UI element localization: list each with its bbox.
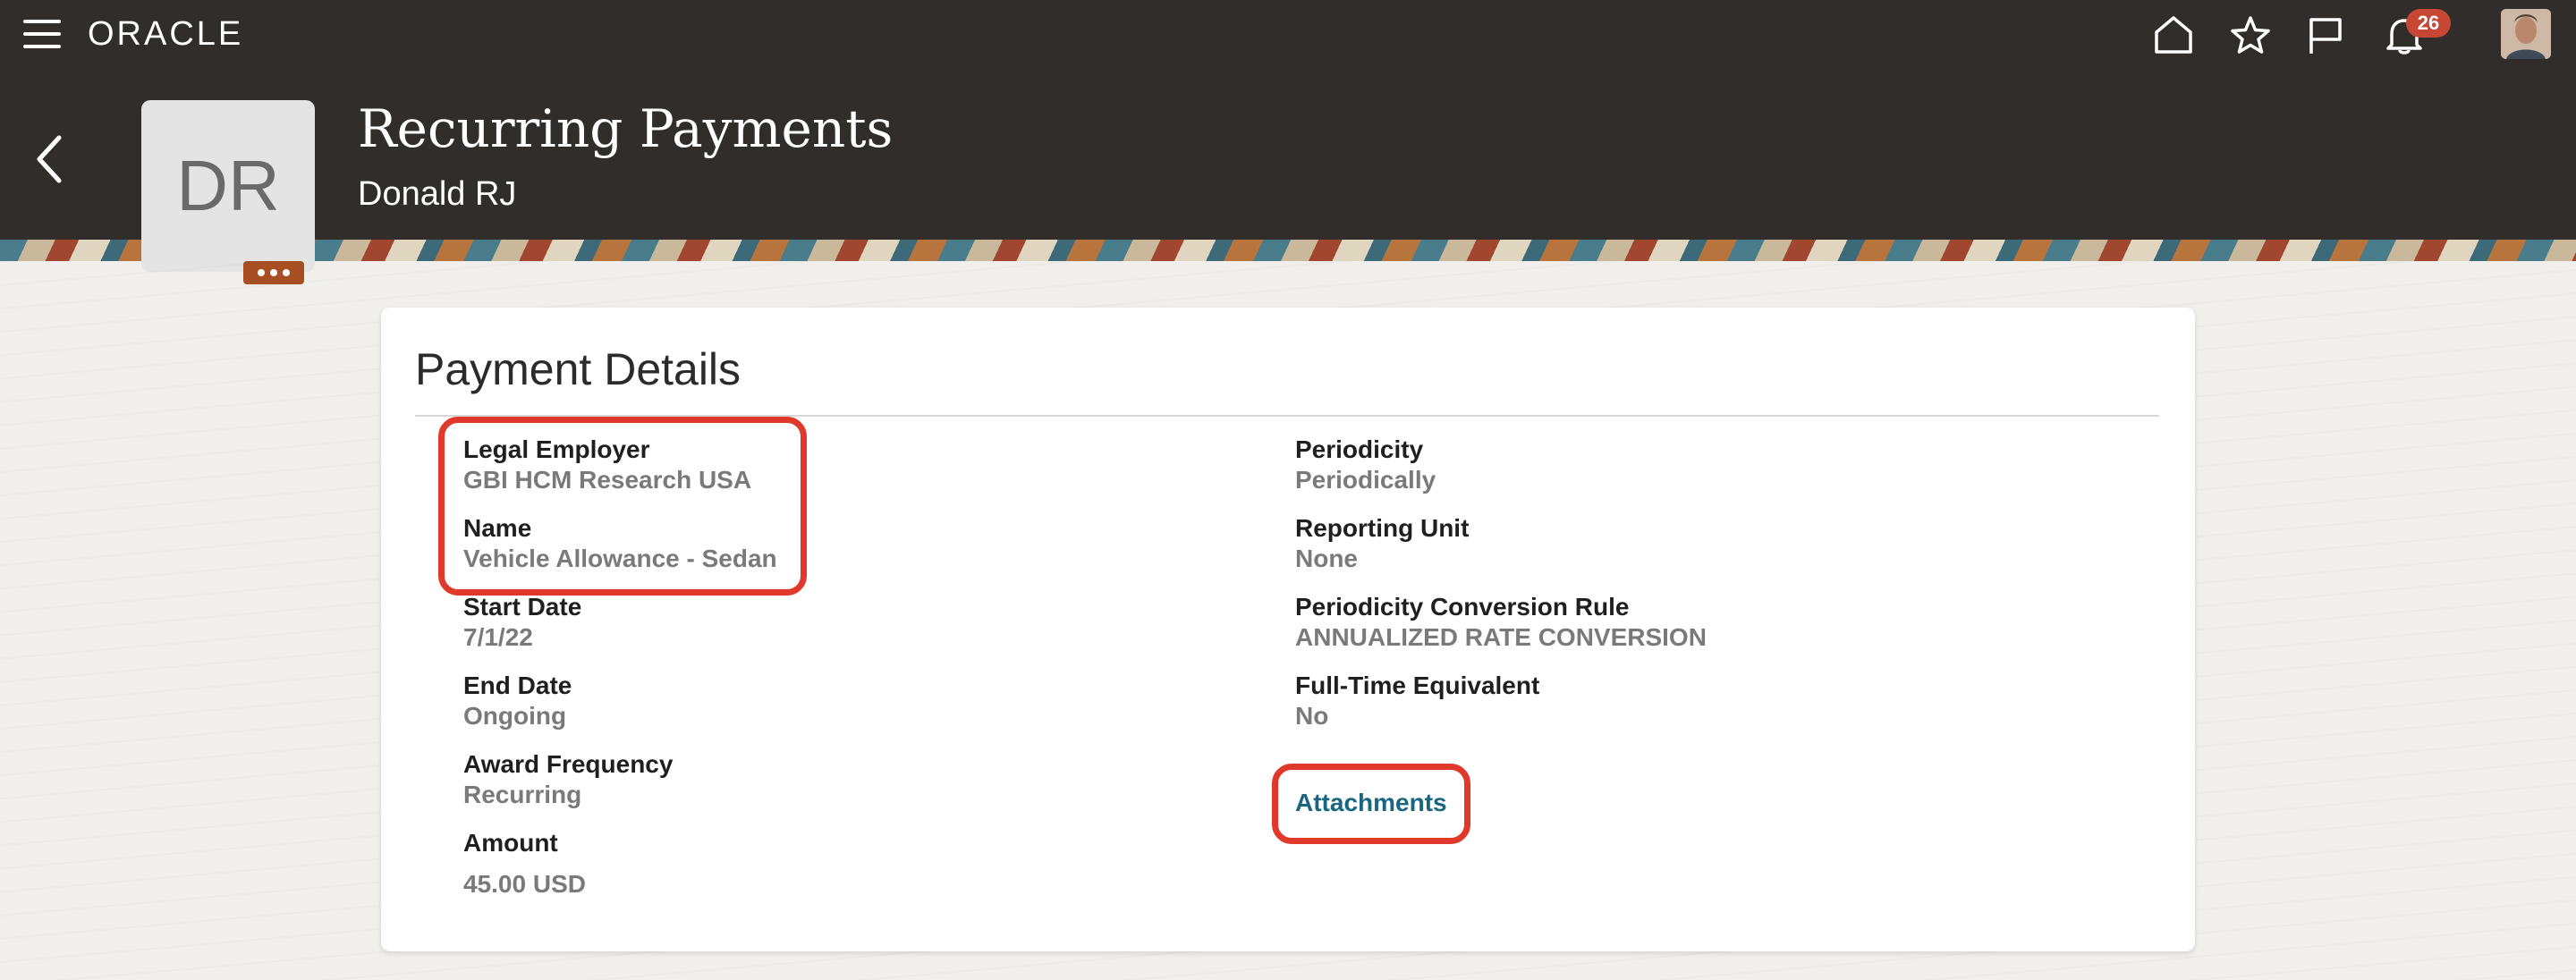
person-initials-avatar: DR (141, 100, 315, 272)
field-label: Award Frequency (463, 750, 674, 778)
periodicity-field: Periodicity Periodically (1295, 435, 1436, 495)
field-value: 7/1/22 (463, 623, 533, 651)
field-label: Periodicity (1295, 435, 1424, 463)
back-arrow-icon[interactable] (32, 132, 68, 186)
field-label: Name (463, 514, 532, 542)
legal-employer-field: Legal Employer GBI HCM Research USA (463, 435, 751, 495)
field-value: Vehicle Allowance - Sedan (463, 545, 777, 572)
star-icon[interactable] (2229, 14, 2272, 55)
global-header: ORACLE 26 (0, 0, 2576, 68)
field-label: Amount (463, 829, 558, 857)
field-label: End Date (463, 672, 572, 699)
menu-icon[interactable] (23, 20, 61, 48)
page-title: Recurring Payments (358, 98, 894, 159)
field-label: Legal Employer (463, 435, 650, 463)
field-value: ANNUALIZED RATE CONVERSION (1295, 623, 1707, 651)
flag-icon[interactable] (2304, 14, 2347, 55)
start-date-field: Start Date 7/1/22 (463, 592, 581, 653)
home-icon[interactable] (2152, 14, 2195, 55)
field-label: Full-Time Equivalent (1295, 672, 1540, 699)
card-divider (415, 415, 2159, 417)
full-time-equivalent-field: Full-Time Equivalent No (1295, 671, 1539, 731)
attachments-link[interactable]: Attachments (1295, 789, 1447, 817)
notification-count-badge[interactable]: 26 (2406, 9, 2451, 38)
field-label: Reporting Unit (1295, 514, 1470, 542)
field-value: Periodically (1295, 466, 1436, 494)
field-label: Start Date (463, 593, 582, 621)
field-value: Ongoing (463, 702, 567, 730)
award-frequency-field: Award Frequency Recurring (463, 749, 673, 810)
field-value: No (1295, 702, 1329, 730)
field-value: Recurring (463, 781, 582, 808)
field-value: GBI HCM Research USA (463, 466, 752, 494)
reporting-unit-field: Reporting Unit None (1295, 513, 1469, 574)
oracle-logo[interactable]: ORACLE (88, 14, 243, 54)
card-title: Payment Details (415, 344, 741, 394)
decorative-pattern-strip (0, 240, 2576, 261)
field-label: Periodicity Conversion Rule (1295, 593, 1630, 621)
amount-field: Amount 45.00 USD (463, 828, 586, 900)
user-avatar[interactable] (2501, 9, 2551, 59)
person-name: Donald RJ (358, 175, 517, 213)
name-field: Name Vehicle Allowance - Sedan (463, 513, 777, 574)
field-value: 45.00 USD (463, 870, 586, 898)
payment-details-card: Payment Details Legal Employer GBI HCM R… (381, 308, 2195, 951)
field-value: None (1295, 545, 1358, 572)
periodicity-conversion-rule-field: Periodicity Conversion Rule ANNUALIZED R… (1295, 592, 1707, 653)
end-date-field: End Date Ongoing (463, 671, 572, 731)
